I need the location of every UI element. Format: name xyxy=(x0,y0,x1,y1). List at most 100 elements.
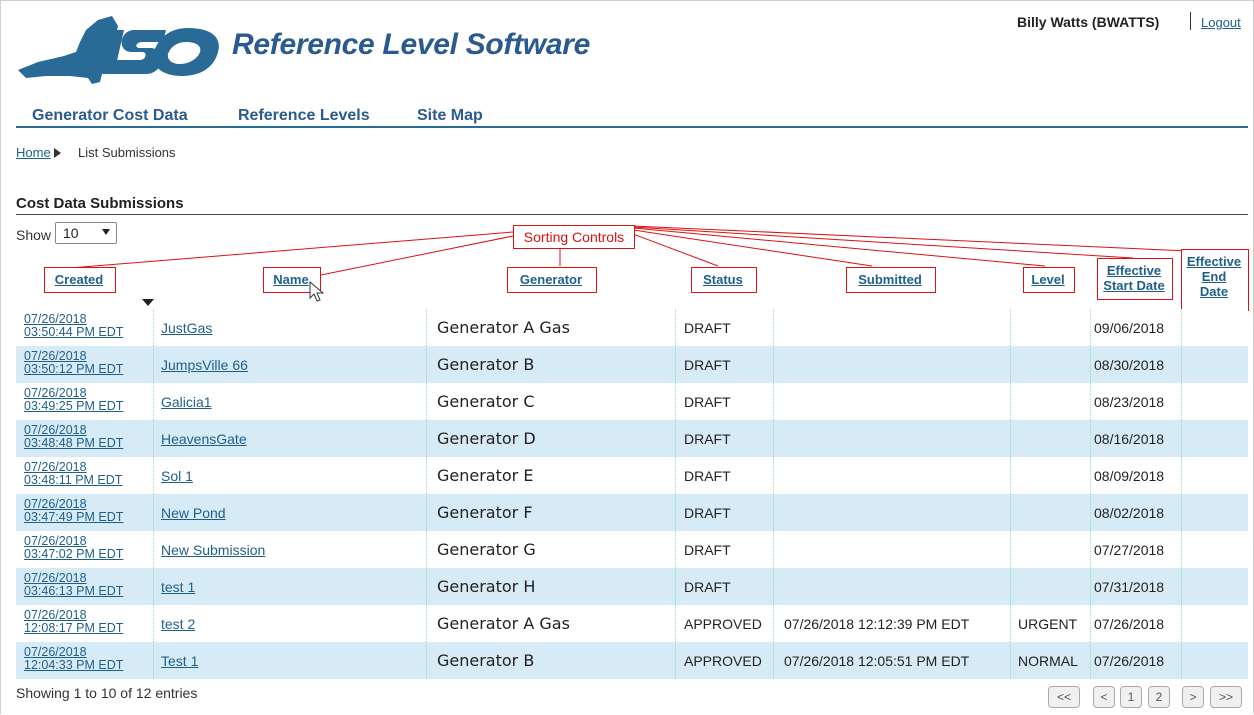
effective-start-cell: 09/06/2018 xyxy=(1094,319,1165,336)
created-time: 03:48:48 PM EDT xyxy=(24,436,124,450)
effective-start-cell: 08/30/2018 xyxy=(1094,356,1165,373)
column-header-generator[interactable]: Generator xyxy=(509,272,593,287)
pager-next-button[interactable]: > xyxy=(1182,686,1204,708)
column-separator xyxy=(1181,457,1182,494)
pager-last-button[interactable]: >> xyxy=(1210,686,1242,708)
effective-start-cell: 07/26/2018 xyxy=(1094,652,1165,669)
column-header-effective-end-line1: Effective xyxy=(1186,254,1242,269)
column-separator xyxy=(1010,457,1011,494)
column-separator xyxy=(773,420,774,457)
created-link[interactable]: 07/26/2018 03:48:11 PM EDT xyxy=(24,457,122,498)
created-link[interactable]: 07/26/2018 03:47:02 PM EDT xyxy=(24,531,123,572)
mouse-cursor-icon xyxy=(309,281,325,302)
column-separator xyxy=(1181,494,1182,531)
column-separator xyxy=(1090,568,1091,605)
name-link[interactable]: Sol 1 xyxy=(161,457,193,494)
column-separator xyxy=(1090,420,1091,457)
sorting-controls-annotation: Sorting Controls xyxy=(513,225,635,249)
name-link[interactable]: New Pond xyxy=(161,494,226,531)
created-time: 03:47:49 PM EDT xyxy=(24,510,124,524)
column-separator xyxy=(426,494,427,531)
column-separator xyxy=(675,309,676,346)
column-separator xyxy=(153,383,154,420)
submitted-cell: 07/26/2018 12:12:39 PM EDT xyxy=(784,615,970,632)
column-separator xyxy=(773,568,774,605)
created-link[interactable]: 07/26/2018 03:48:48 PM EDT xyxy=(24,420,123,461)
entries-info: Showing 1 to 10 of 12 entries xyxy=(16,685,198,701)
created-link[interactable]: 07/26/2018 12:04:33 PM EDT xyxy=(24,642,123,683)
created-link[interactable]: 07/26/2018 03:46:13 PM EDT xyxy=(24,568,123,609)
status-cell: APPROVED xyxy=(684,652,762,669)
column-separator xyxy=(1010,605,1011,642)
column-separator xyxy=(773,346,774,383)
name-link[interactable]: New Submission xyxy=(161,531,265,568)
pager-first-button[interactable]: << xyxy=(1048,686,1080,708)
created-link[interactable]: 07/26/2018 12:08:17 PM EDT xyxy=(24,605,123,646)
name-link[interactable]: JustGas xyxy=(161,309,212,346)
column-separator xyxy=(773,642,774,679)
column-header-effective-start-line1: Effective xyxy=(1106,263,1162,278)
status-cell: DRAFT xyxy=(684,319,731,336)
column-separator xyxy=(1181,383,1182,420)
column-separator xyxy=(1010,531,1011,568)
name-link[interactable]: JumpsVille 66 xyxy=(161,346,248,383)
created-link[interactable]: 07/26/2018 03:49:25 PM EDT xyxy=(24,383,123,424)
name-link[interactable]: Test 1 xyxy=(161,642,198,679)
column-separator xyxy=(675,383,676,420)
created-link[interactable]: 07/26/2018 03:50:12 PM EDT xyxy=(24,346,123,387)
column-separator xyxy=(426,642,427,679)
effective-start-cell: 08/23/2018 xyxy=(1094,393,1165,410)
column-header-status[interactable]: Status xyxy=(693,272,753,287)
column-separator xyxy=(153,457,154,494)
column-separator xyxy=(1090,531,1091,568)
table-row: 07/26/2018 03:48:48 PM EDT HeavensGate Gene… xyxy=(16,420,1248,457)
column-header-submitted[interactable]: Submitted xyxy=(848,272,932,287)
generator-cell: Generator B xyxy=(437,355,535,374)
name-link[interactable]: test 2 xyxy=(161,605,195,642)
column-separator xyxy=(426,531,427,568)
column-separator xyxy=(153,568,154,605)
effective-start-cell: 08/02/2018 xyxy=(1094,504,1165,521)
column-separator xyxy=(153,420,154,457)
column-separator xyxy=(1090,605,1091,642)
pager-page-1-button[interactable]: 1 xyxy=(1120,686,1142,708)
column-separator xyxy=(675,494,676,531)
created-link[interactable]: 07/26/2018 03:47:49 PM EDT xyxy=(24,494,123,535)
pager-prev-button[interactable]: < xyxy=(1093,686,1115,708)
name-link[interactable]: test 1 xyxy=(161,568,195,605)
column-header-effective-start[interactable]: Effective Start Date xyxy=(1099,263,1169,293)
column-separator xyxy=(1010,494,1011,531)
column-separator xyxy=(1010,420,1011,457)
column-separator xyxy=(1010,568,1011,605)
created-time: 03:49:25 PM EDT xyxy=(24,399,124,413)
created-time: 03:50:44 PM EDT xyxy=(24,325,124,339)
column-header-level[interactable]: Level xyxy=(1025,272,1071,287)
column-header-created[interactable]: Created xyxy=(50,272,108,287)
table-row: 07/26/2018 03:49:25 PM EDT Galicia1 Generat… xyxy=(16,383,1248,420)
column-separator xyxy=(1181,531,1182,568)
effective-start-cell: 08/16/2018 xyxy=(1094,430,1165,447)
generator-cell: Generator A Gas xyxy=(437,318,570,337)
column-separator xyxy=(675,531,676,568)
column-separator xyxy=(675,605,676,642)
status-cell: DRAFT xyxy=(684,504,731,521)
column-separator xyxy=(426,420,427,457)
created-link[interactable]: 07/26/2018 03:50:44 PM EDT xyxy=(24,309,123,350)
column-separator xyxy=(1181,309,1182,346)
column-separator xyxy=(773,605,774,642)
column-separator xyxy=(153,309,154,346)
column-separator xyxy=(426,346,427,383)
column-separator xyxy=(153,346,154,383)
column-header-effective-end[interactable]: Effective End Date xyxy=(1183,254,1245,299)
status-cell: APPROVED xyxy=(684,615,762,632)
column-separator xyxy=(1010,346,1011,383)
pager-page-2-button[interactable]: 2 xyxy=(1148,686,1170,708)
name-link[interactable]: Galicia1 xyxy=(161,383,212,420)
name-link[interactable]: HeavensGate xyxy=(161,420,247,457)
column-separator xyxy=(675,457,676,494)
created-time: 03:46:13 PM EDT xyxy=(24,584,124,598)
generator-cell: Generator B xyxy=(437,651,535,670)
column-separator xyxy=(153,605,154,642)
column-separator xyxy=(1090,494,1091,531)
status-cell: DRAFT xyxy=(684,467,731,484)
